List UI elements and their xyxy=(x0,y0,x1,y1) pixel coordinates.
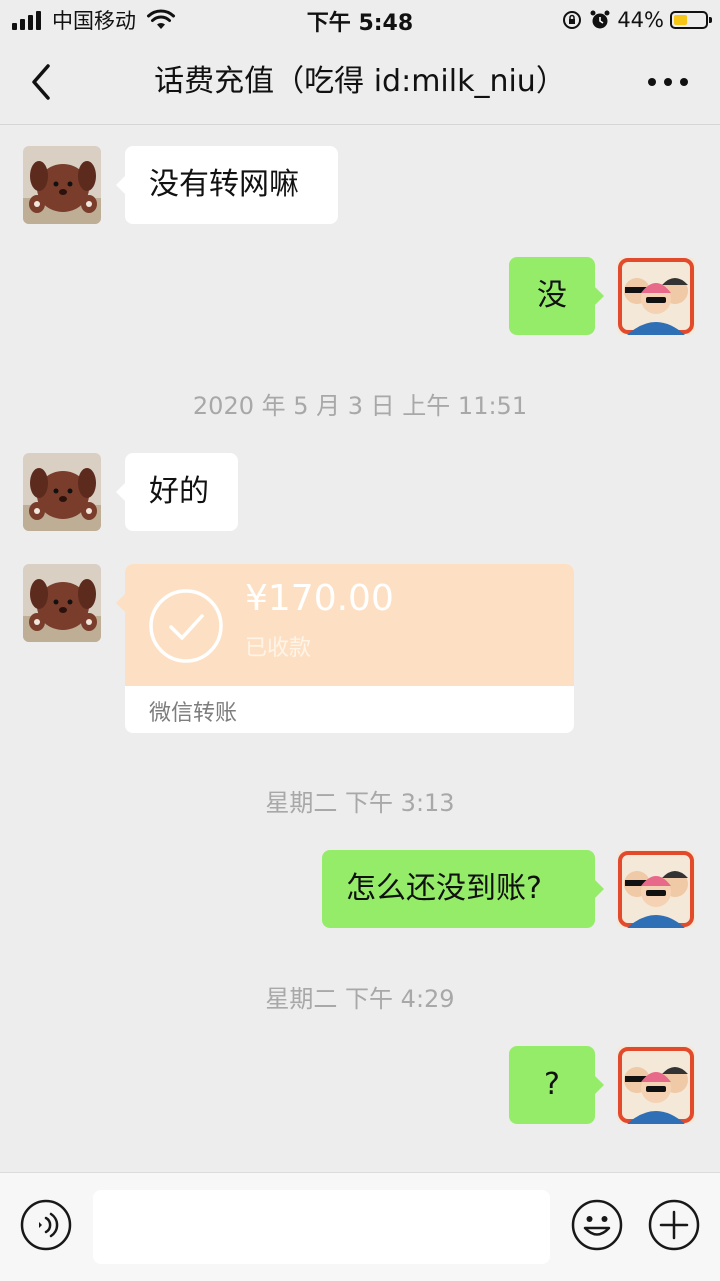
cartoon-group-avatar[interactable] xyxy=(617,850,695,928)
alarm-icon xyxy=(590,10,610,29)
transfer-card[interactable]: ¥170.00 已收款 微信转账 xyxy=(125,564,574,733)
transfer-status: 已收款 xyxy=(245,636,312,661)
battery-icon xyxy=(670,11,712,29)
transfer-amount: ¥170.00 xyxy=(245,578,394,619)
battery-percent: 44% xyxy=(617,8,664,32)
rotation-lock-icon xyxy=(563,11,582,29)
timestamp: 星期二 下午 3:13 xyxy=(265,789,455,817)
status-right: 44% xyxy=(561,6,712,34)
message-bubble-outgoing[interactable]: 怎么还没到账? xyxy=(322,850,604,928)
plush-dog-avatar[interactable] xyxy=(23,453,101,531)
message-bubble-incoming[interactable]: 好的 xyxy=(116,453,238,531)
timestamp: 星期二 下午 4:29 xyxy=(265,985,455,1013)
message-input[interactable] xyxy=(93,1190,550,1264)
plush-dog-avatar[interactable] xyxy=(23,564,101,642)
check-circle-icon xyxy=(149,589,223,663)
chevron-left-icon[interactable] xyxy=(22,60,62,104)
status-bar: 中国移动 下午 5:48 44% xyxy=(0,0,720,40)
message-bubble-outgoing[interactable]: 没 xyxy=(509,257,604,335)
chat-header: 话费充值（吃得 id:milk_niu） xyxy=(0,40,720,125)
message-bubble-incoming[interactable]: 没有转网嘛 xyxy=(116,146,338,224)
timestamp: 2020 年 5 月 3 日 上午 11:51 xyxy=(192,392,528,420)
emoji-icon[interactable] xyxy=(571,1199,623,1251)
plush-dog-avatar[interactable] xyxy=(23,146,101,224)
chat-title: 话费充值（吃得 id:milk_niu） xyxy=(154,64,566,99)
voice-icon[interactable] xyxy=(20,1199,72,1251)
plus-icon[interactable] xyxy=(648,1199,700,1251)
input-bar xyxy=(0,1172,720,1281)
cartoon-group-avatar[interactable] xyxy=(617,1046,695,1124)
message-bubble-outgoing[interactable]: ? xyxy=(509,1046,604,1124)
more-dots-icon[interactable] xyxy=(646,68,690,96)
cartoon-group-avatar[interactable] xyxy=(617,257,695,335)
transfer-card-top: ¥170.00 已收款 xyxy=(125,564,574,686)
transfer-label: 微信转账 xyxy=(149,701,238,726)
